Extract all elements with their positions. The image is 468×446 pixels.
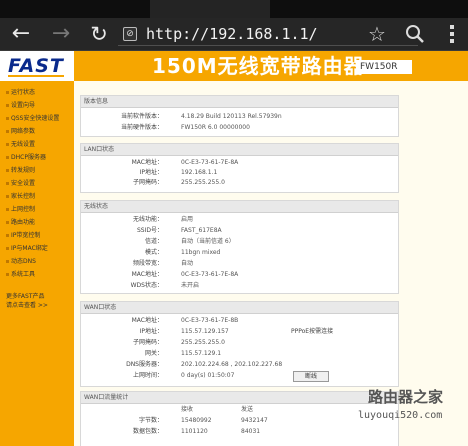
back-button[interactable]: ← [8,21,34,47]
page-title: 150M无线宽带路由器 [152,54,365,78]
sidebar-item-system-tools[interactable]: 系统工具 [6,271,35,279]
info-row: MAC地址： 0C-E3-73-61-7E-8A [131,271,239,278]
sidebar-item-network[interactable]: 网络参数 [6,128,35,136]
url-text[interactable]: http://192.168.1.1/ [146,23,318,45]
info-row: 无线功能： 启用 [132,216,194,223]
watermark: 路由器之家 luyouqi520.com [356,387,468,429]
sidebar-item-parental[interactable]: 家长控制 [6,193,35,201]
table-row: 数据包数： 1101120 84031 [132,428,261,435]
panel-wan: WAN口状态 MAC地址： 0C-E3-73-61-7E-8B IP地址： 115.… [80,301,399,387]
sidebar-item-routing[interactable]: 路由功能 [6,219,35,227]
no-tracking-icon: ⊘ [123,27,137,41]
sidebar-item-security[interactable]: 安全设置 [6,180,35,188]
sidebar-item-status[interactable]: 运行状态 [6,89,35,97]
info-row: 模式： 11bgn mixed [144,249,221,256]
sidebar-item-wireless[interactable]: 无线设置 [6,141,35,149]
reload-button[interactable]: ↻ [86,21,112,47]
status-bar [0,0,468,18]
sidebar-item-qss[interactable]: QSS安全快速设置 [6,115,59,123]
info-row: MAC地址： 0C-E3-73-61-7E-8B [131,317,239,324]
sidebar-item-access[interactable]: 上网控制 [6,206,35,214]
info-row: IP地址： 115.57.129.157 PPPoE按需连接 [139,328,334,335]
sidebar-item-dhcp[interactable]: DHCP服务器 [6,154,46,162]
panel-title: 版本信息 [81,96,398,108]
panel-wireless: 无线状态 无线功能： 启用 SSID号： FAST_617E8A 信道： 自动（当前信… [80,200,399,294]
panel-title: 无线状态 [81,201,398,213]
sidebar-item-ddns[interactable]: 动态DNS [6,258,36,266]
search-icon[interactable] [403,22,427,46]
watermark-title: 路由器之家 [368,388,444,406]
panel-lan: LAN口状态 MAC地址： 0C-E3-73-61-7E-8A IP地址： 192.… [80,143,399,193]
panel-title: WAN口流量统计 [81,392,398,404]
panel-title: WAN口状态 [81,302,398,314]
bookmark-star-icon[interactable]: ☆ [365,22,389,46]
info-row: MAC地址： 0C-E3-73-61-7E-8A [131,159,239,166]
model-badge: FW150R [356,60,412,74]
info-row: 子网掩码： 255.255.255.0 [132,339,225,346]
connection-type: PPPoE按需连接 [291,328,334,335]
panel-version: 版本信息 当前软件版本： 4.18.29 Build 120113 Rel.579… [80,95,399,137]
table-header-row: 接收 发送 [181,406,254,413]
table-row: 字节数： 15480992 9432147 [138,417,268,424]
info-row: 频段带宽： 自动 [132,260,194,267]
forward-button[interactable]: → [48,21,74,47]
info-row: WDS状态： 未开启 [130,282,200,289]
info-row: 上网时间： 0 day(s) 01:50:07 断线 [81,371,398,382]
sidebar-item-bandwidth[interactable]: IP带宽控制 [6,232,40,240]
sidebar-item-wizard[interactable]: 设置向导 [6,102,35,110]
logo-text: FAST [8,55,64,77]
info-row: 信道： 自动（当前信道 6） [144,238,235,245]
info-row: 当前硬件版本： FW150R 6.0 00000000 [120,124,250,131]
sidebar-footer-link[interactable]: 请点击查看 >> [6,302,48,310]
panel-traffic: WAN口流量统计 接收 发送 字节数： 15480992 9432147 数据包数： 1… [80,391,399,446]
browser-toolbar: ← → ↻ ⊘ http://192.168.1.1/ ☆ [0,18,468,51]
info-row: 网关： 115.57.129.1 [144,350,222,357]
panel-title: LAN口状态 [81,144,398,156]
sidebar-item-ipmac[interactable]: IP与MAC绑定 [6,245,48,253]
info-row: SSID号： FAST_617E8A [136,227,222,234]
info-row: 当前软件版本： 4.18.29 Build 120113 Rel.57939n [120,113,282,120]
fast-logo: FAST [0,51,74,81]
info-row: 子网掩码： 255.255.255.0 [132,179,225,186]
overflow-menu-icon[interactable] [440,22,464,46]
sidebar-item-forwarding[interactable]: 转发规则 [6,167,35,175]
page-header: FAST 150M无线宽带路由器 FW150R [0,51,468,81]
info-row: DNS服务器： 202.102.224.68 , 202.102.227.68 [126,361,283,368]
disconnect-button[interactable]: 断线 [293,371,329,382]
watermark-url: luyouqi520.com [358,410,443,421]
sidebar-footer-more[interactable]: 更多FAST产品 [6,293,44,301]
sidebar: 运行状态 设置向导 QSS安全快速设置 网络参数 无线设置 DHCP服务器 转发… [0,81,75,446]
info-row: IP地址： 192.168.1.1 [139,169,218,176]
